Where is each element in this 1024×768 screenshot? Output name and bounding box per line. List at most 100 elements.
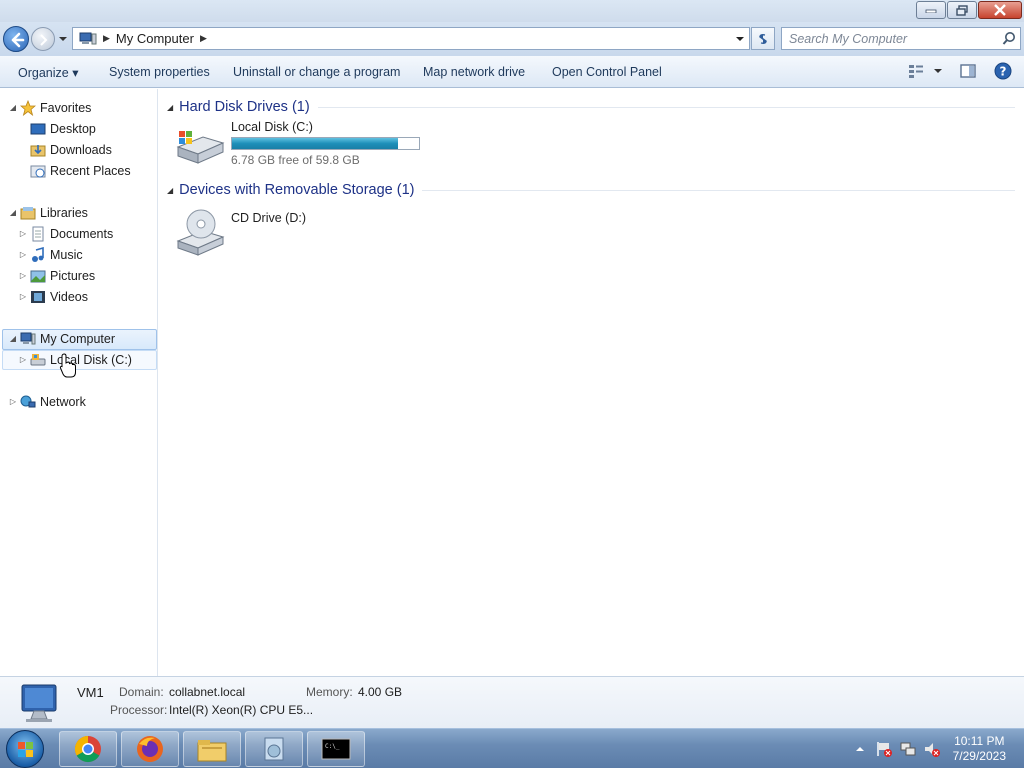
nav-desktop[interactable]: Desktop	[18, 118, 96, 139]
desktop-icon	[30, 123, 46, 134]
taskbar-explorer[interactable]	[183, 731, 241, 767]
clock[interactable]: 10:11 PM 7/29/2023	[953, 734, 1006, 764]
back-arrow-icon	[11, 32, 25, 48]
collapse-arrow-icon[interactable]: ◢	[8, 103, 18, 112]
music-icon	[32, 246, 44, 262]
volume-muted-icon[interactable]	[923, 740, 941, 758]
group-header-removable[interactable]: ◢ Devices with Removable Storage (1)	[167, 180, 1015, 200]
nav-label: Recent Places	[50, 163, 131, 178]
group-divider	[317, 106, 1015, 108]
search-icon[interactable]	[1002, 31, 1016, 46]
collapse-arrow-icon[interactable]: ◢	[167, 186, 173, 195]
chrome-icon	[74, 735, 101, 763]
drive-tile-cd-drive[interactable]: CD Drive (D:)	[175, 207, 306, 257]
disk-usage-bar	[231, 137, 420, 150]
mouse-pointer-hand-icon	[59, 353, 76, 378]
breadcrumb-my-computer[interactable]: My Computer	[116, 31, 194, 46]
organize-menu[interactable]: Organize ▾	[18, 65, 78, 80]
expand-arrow-icon[interactable]: ▷	[18, 292, 28, 301]
group-title: Devices with Removable Storage (1)	[179, 182, 415, 198]
nav-documents[interactable]: ▷ Documents	[18, 223, 113, 244]
title-bar	[0, 0, 1024, 22]
open-control-panel-button[interactable]: Open Control Panel	[552, 65, 662, 79]
change-view-button[interactable]	[908, 64, 942, 78]
nav-favorites[interactable]: ◢ Favorites	[8, 97, 91, 118]
nav-pictures[interactable]: ▷ Pictures	[18, 265, 95, 286]
search-input[interactable]	[782, 28, 992, 49]
nav-label: Downloads	[50, 142, 112, 157]
taskbar-cmd[interactable]: C:\_	[307, 731, 365, 767]
show-hidden-icons-icon[interactable]	[855, 744, 865, 754]
group-header-hard-disk[interactable]: ◢ Hard Disk Drives (1)	[167, 97, 1015, 117]
recent-pages-button[interactable]	[58, 32, 68, 46]
disk-usage-fill	[232, 138, 398, 149]
expand-arrow-icon[interactable]: ▷	[8, 397, 18, 406]
uninstall-program-button[interactable]: Uninstall or change a program	[233, 65, 400, 79]
hard-drive-icon	[176, 131, 225, 164]
nav-videos[interactable]: ▷ Videos	[18, 286, 88, 307]
expand-arrow-icon[interactable]: ▷	[18, 250, 28, 259]
expand-arrow-icon[interactable]: ▷	[18, 355, 28, 364]
collapse-arrow-icon[interactable]: ◢	[8, 208, 18, 217]
processor-value: Intel(R) Xeon(R) CPU E5...	[169, 703, 314, 717]
taskbar-app[interactable]	[245, 731, 303, 767]
breadcrumb-separator[interactable]: ▶	[103, 33, 110, 44]
svg-text:?: ?	[1000, 65, 1007, 79]
processor-label: Processor:	[110, 703, 168, 717]
minimize-button[interactable]	[916, 1, 946, 19]
back-button[interactable]	[3, 26, 29, 52]
forward-button[interactable]	[31, 27, 55, 51]
restore-button[interactable]	[947, 1, 977, 19]
collapse-arrow-icon[interactable]: ◢	[167, 103, 173, 112]
collapse-arrow-icon[interactable]: ◢	[8, 334, 18, 343]
clock-time: 10:11 PM	[954, 734, 1005, 748]
nav-libraries[interactable]: ◢ Libraries	[8, 202, 88, 223]
nav-my-computer[interactable]: ◢ My Computer	[8, 328, 115, 349]
recent-places-icon	[30, 165, 46, 177]
drive-tile-local-disk[interactable]: Local Disk (C:) 6.78 GB free of 59.8 GB	[175, 120, 420, 167]
expand-arrow-icon[interactable]: ▷	[18, 229, 28, 238]
nav-label: Documents	[50, 226, 114, 241]
refresh-button[interactable]	[751, 27, 775, 50]
content-pane: ◢ Hard Disk Drives (1) Local Disk (C:) 6…	[159, 89, 1024, 676]
clock-date: 7/29/2023	[952, 749, 1006, 763]
search-box[interactable]	[781, 27, 1021, 50]
nav-downloads[interactable]: Downloads	[18, 139, 112, 160]
preview-pane-icon[interactable]	[960, 64, 976, 78]
computer-icon	[20, 332, 36, 344]
system-tray: 10:11 PM 7/29/2023	[855, 729, 1024, 768]
computer-icon	[79, 32, 97, 44]
system-properties-button[interactable]: System properties	[109, 65, 210, 79]
group-divider	[422, 189, 1015, 191]
taskbar-firefox[interactable]	[121, 731, 179, 767]
drive-name: CD Drive (D:)	[231, 211, 306, 225]
pictures-icon	[30, 270, 46, 282]
libraries-icon	[20, 206, 36, 219]
memory-value: 4.00 GB	[358, 685, 403, 699]
network-status-icon[interactable]	[899, 740, 917, 758]
address-row: ▶ My Computer ▶	[0, 22, 1024, 56]
nav-recent-places[interactable]: Recent Places	[18, 160, 131, 181]
nav-music[interactable]: ▷ Music	[18, 244, 83, 265]
minimize-icon	[925, 9, 937, 13]
nav-network[interactable]: ▷ Network	[8, 391, 86, 412]
close-button[interactable]	[978, 1, 1022, 19]
nav-label: Libraries	[40, 205, 88, 220]
command-prompt-icon: C:\_	[321, 738, 351, 760]
taskbar-chrome[interactable]	[59, 731, 117, 767]
map-network-drive-button[interactable]: Map network drive	[423, 65, 525, 79]
breadcrumb-separator[interactable]: ▶	[200, 33, 207, 44]
start-button[interactable]	[6, 730, 44, 768]
expand-arrow-icon[interactable]: ▷	[18, 271, 28, 280]
chevron-down-icon	[934, 69, 942, 73]
chevron-down-icon	[59, 37, 67, 41]
nav-label: Network	[40, 394, 86, 409]
documents-icon	[32, 226, 44, 241]
memory-label: Memory:	[306, 685, 353, 699]
view-controls: ?	[908, 62, 1012, 80]
action-center-flag-icon[interactable]	[875, 740, 893, 758]
address-bar[interactable]: ▶ My Computer ▶	[72, 27, 750, 50]
address-dropdown-icon[interactable]	[735, 34, 745, 44]
details-pane: VM1 Domain: collabnet.local Memory: 4.00…	[0, 676, 1024, 728]
help-icon[interactable]: ?	[994, 62, 1012, 80]
